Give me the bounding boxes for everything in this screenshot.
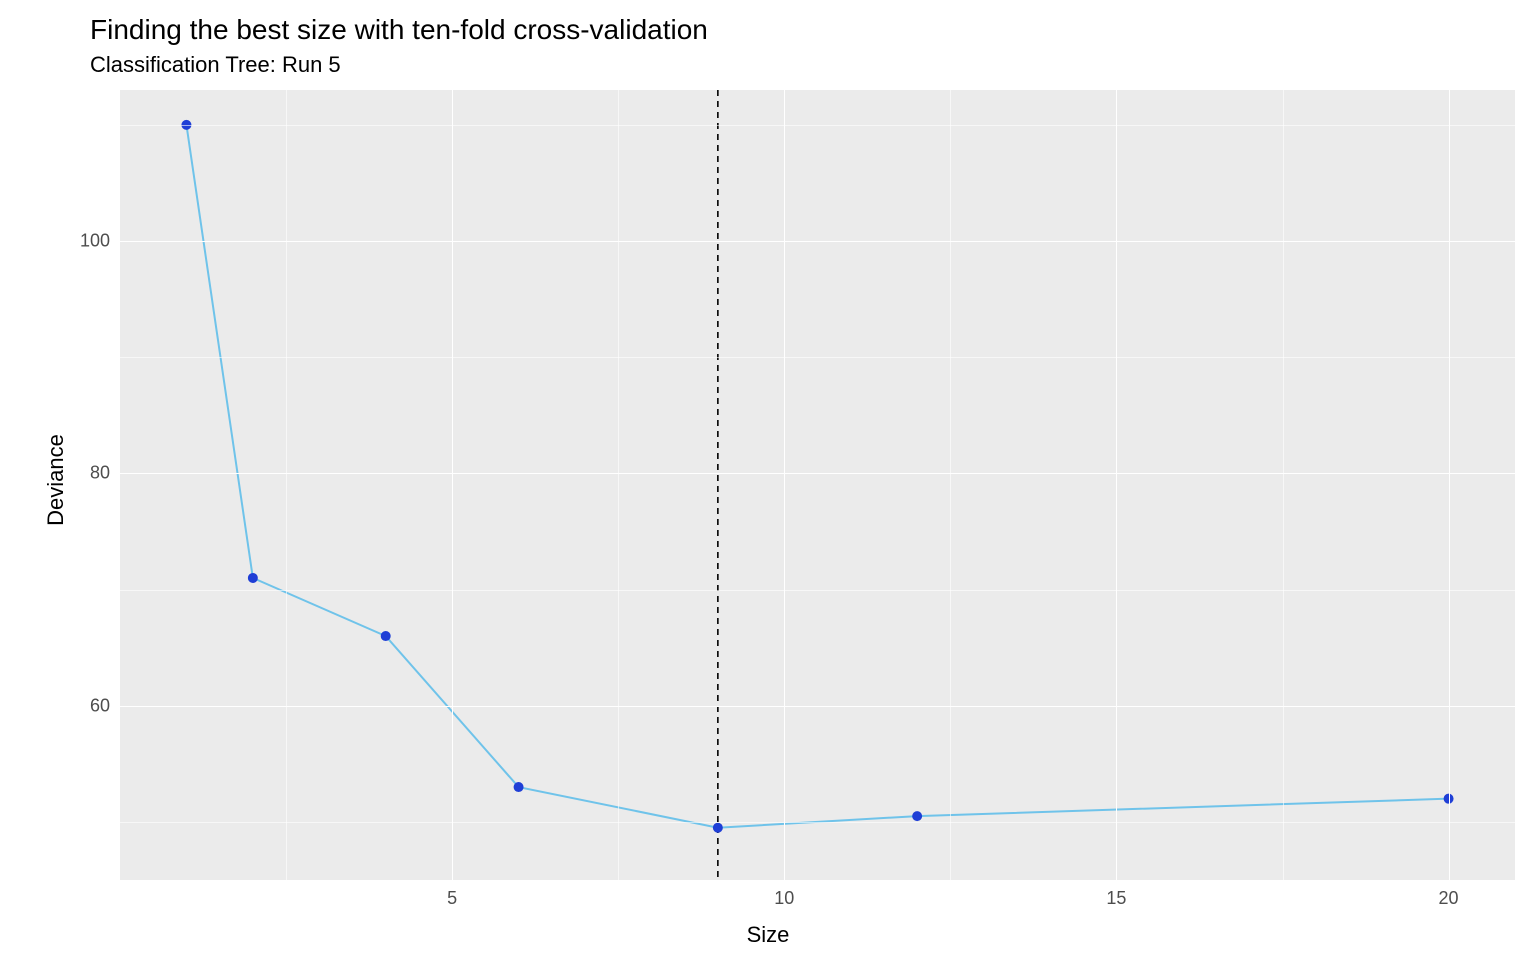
gridline-v bbox=[1449, 90, 1450, 880]
gridline-h bbox=[120, 241, 1515, 242]
y-axis-label: Deviance bbox=[43, 434, 69, 526]
y-tick-label: 60 bbox=[70, 695, 110, 716]
gridline-h bbox=[120, 473, 1515, 474]
data-point bbox=[381, 632, 390, 641]
data-point bbox=[514, 783, 523, 792]
series-line bbox=[186, 125, 1448, 828]
plot-panel bbox=[120, 90, 1515, 880]
y-tick-label: 100 bbox=[70, 231, 110, 252]
gridline-v-minor bbox=[950, 90, 951, 880]
gridline-v-minor bbox=[286, 90, 287, 880]
gridline-v-minor bbox=[1283, 90, 1284, 880]
gridline-v-minor bbox=[618, 90, 619, 880]
data-point bbox=[248, 573, 257, 582]
gridline-h bbox=[120, 706, 1515, 707]
gridline-h-minor bbox=[120, 590, 1515, 591]
data-point bbox=[913, 812, 922, 821]
y-tick-label: 80 bbox=[70, 463, 110, 484]
gridline-v bbox=[452, 90, 453, 880]
gridline-h-minor bbox=[120, 357, 1515, 358]
gridline-h-minor bbox=[120, 125, 1515, 126]
chart-title: Finding the best size with ten-fold cros… bbox=[90, 14, 708, 46]
x-tick-label: 20 bbox=[1439, 888, 1459, 909]
x-axis-label: Size bbox=[747, 922, 790, 948]
gridline-v bbox=[784, 90, 785, 880]
gridline-v bbox=[1116, 90, 1117, 880]
x-tick-label: 5 bbox=[447, 888, 457, 909]
chart-container: Finding the best size with ten-fold cros… bbox=[0, 0, 1536, 960]
gridline-h-minor bbox=[120, 822, 1515, 823]
plot-svg bbox=[120, 90, 1515, 880]
data-point bbox=[713, 823, 722, 832]
x-tick-label: 10 bbox=[774, 888, 794, 909]
chart-subtitle: Classification Tree: Run 5 bbox=[90, 52, 341, 78]
x-tick-label: 15 bbox=[1106, 888, 1126, 909]
